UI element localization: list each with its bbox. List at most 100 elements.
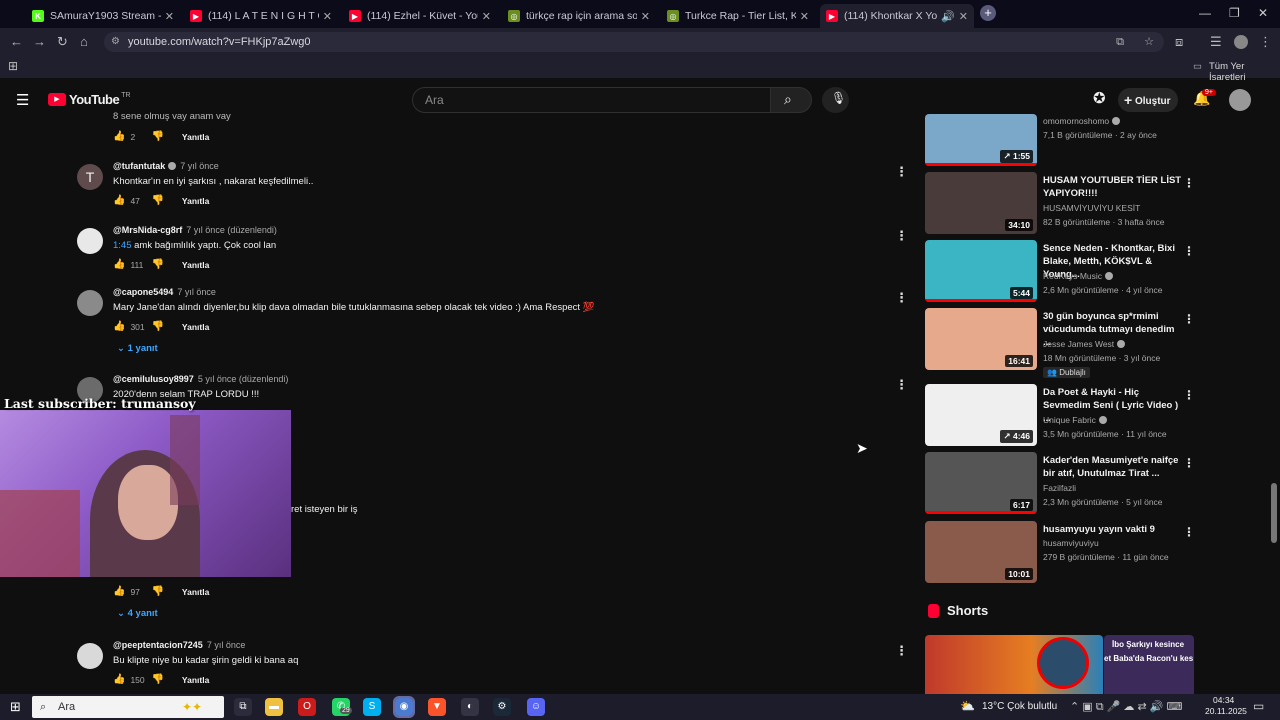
related-video-item[interactable]: 16:41 30 gün boyunca sp*rmimi vücudumda t…: [925, 308, 1195, 378]
profile-avatar[interactable]: [1234, 35, 1248, 49]
new-tab-button[interactable]: +: [980, 5, 996, 21]
avatar[interactable]: [77, 643, 103, 669]
video-title[interactable]: husamyuyu yayın vakti 9: [1043, 523, 1183, 536]
shorts-thumbnail-2[interactable]: İbo Şarkıyı kesince et Baba'da Racon'u k…: [1104, 635, 1194, 694]
channel-name[interactable]: HUSAMVİYUVİYU KESİT: [1043, 203, 1140, 213]
related-video-item[interactable]: 10:01 husamyuyu yayın vakti 9 husamviyuviy…: [925, 521, 1195, 587]
dislike-icon[interactable]: 👎: [151, 259, 163, 270]
comment-time[interactable]: 5 yıl önce (düzenlendi): [198, 374, 289, 384]
video-thumbnail[interactable]: 34:10: [925, 172, 1037, 234]
related-video-item[interactable]: 5:44 Sence Neden - Khontkar, Bixi Blake, …: [925, 240, 1195, 306]
close-tab-icon[interactable]: ✕: [800, 10, 809, 23]
view-replies-button[interactable]: ⌄ 1 yanıt: [117, 343, 158, 354]
close-tab-icon[interactable]: ✕: [482, 10, 491, 23]
like-icon[interactable]: 👍: [113, 131, 125, 142]
account-avatar[interactable]: [1229, 89, 1251, 111]
related-video-item[interactable]: ↗ 4:46 Da Poet & Hayki - Hiç Sevmedim Sen…: [925, 384, 1195, 450]
dislike-icon[interactable]: 👎: [151, 674, 163, 685]
clock-date[interactable]: 20.11.2025: [1205, 706, 1247, 716]
comment-author[interactable]: @peeptentacion7245 7 yıl önce: [113, 640, 245, 650]
file-explorer-icon[interactable]: ▬: [265, 698, 283, 716]
channel-name[interactable]: omomornoshomo: [1043, 116, 1121, 126]
reply-button[interactable]: Yanıtla: [182, 132, 209, 142]
create-button[interactable]: + Oluştur: [1118, 88, 1178, 112]
voice-search-button[interactable]: 🎙: [822, 87, 849, 113]
video-thumbnail[interactable]: ↗ 1:55: [925, 114, 1037, 166]
avatar[interactable]: [77, 290, 103, 316]
timestamp-link[interactable]: 1:45: [113, 240, 132, 251]
close-tab-icon[interactable]: ✕: [165, 10, 174, 23]
browser-tab[interactable]: ▶ (114) L A T E N I G H T C ✕: [184, 4, 338, 28]
browser-tab[interactable]: ◎ türkçe rap için arama sonuçları ✕: [502, 4, 656, 28]
video-title[interactable]: HUSAM YOUTUBER TİER LİST YAPIYOR!!!!: [1043, 174, 1183, 200]
video-menu-icon[interactable]: ⋮: [1183, 244, 1195, 258]
video-menu-icon[interactable]: ⋮: [1183, 176, 1195, 190]
comment-menu-icon[interactable]: ⋮: [895, 643, 908, 659]
comment-time[interactable]: 7 yıl önce: [177, 287, 216, 297]
like-icon[interactable]: 👍: [113, 321, 125, 332]
weather-text[interactable]: 13°C Çok bulutlu: [982, 701, 1057, 712]
video-thumbnail[interactable]: 5:44: [925, 240, 1037, 302]
related-video-item[interactable]: 6:17 Kader'den Masumiyet'e naifçe bir atı…: [925, 452, 1195, 518]
comment-menu-icon[interactable]: ⋮: [895, 290, 908, 306]
comment-author[interactable]: @cemilulusoy8997 5 yıl önce (düzenlendi): [113, 374, 288, 384]
system-tray-icons[interactable]: ⌃ ▣ ⧉ 🎤 ☁ ⇄ 🔊 ⌨: [1070, 700, 1182, 714]
minimize-icon[interactable]: —: [1199, 6, 1211, 20]
skype-icon[interactable]: S: [363, 698, 381, 716]
dislike-icon[interactable]: 👎: [151, 586, 163, 597]
taskbar-search[interactable]: ⌕ Ara ✦✦: [32, 696, 224, 718]
video-thumbnail[interactable]: 6:17: [925, 452, 1037, 514]
shorts-thumbnail-1[interactable]: [925, 635, 1103, 694]
dislike-icon[interactable]: 👎: [151, 321, 163, 332]
bookmark-star-icon[interactable]: ☆: [1144, 32, 1154, 52]
avatar[interactable]: T: [77, 164, 103, 190]
reload-icon[interactable]: ↻: [57, 34, 68, 50]
back-icon[interactable]: ←: [10, 34, 23, 49]
opera-icon[interactable]: O: [298, 698, 316, 716]
related-video-item[interactable]: 34:10 HUSAM YOUTUBER TİER LİST YAPIYOR!!!…: [925, 172, 1195, 238]
like-icon[interactable]: 👍: [113, 674, 125, 685]
related-video-item[interactable]: ↗ 1:55 omomornoshomo 7,1 B görüntüleme · 2…: [925, 114, 1195, 180]
site-info-icon[interactable]: ⚙: [111, 32, 120, 52]
comment-menu-icon[interactable]: ⋮: [895, 228, 908, 244]
browser-tab[interactable]: ▶ (114) Khontkar X Young Be🔊 ✕: [820, 4, 974, 28]
close-tab-icon[interactable]: ✕: [959, 10, 968, 23]
view-replies-button[interactable]: ⌄ 4 yanıt: [117, 608, 158, 619]
chrome-icon[interactable]: ◉: [393, 696, 415, 718]
page-scrollbar-thumb[interactable]: [1271, 483, 1277, 543]
browser-tab[interactable]: K SAmuraY1903 Stream - Kick Da ✕: [26, 4, 180, 28]
reply-button[interactable]: Yanıtla: [182, 260, 209, 270]
comment-time[interactable]: 7 yıl önce (düzenlendi): [186, 225, 277, 235]
video-thumbnail[interactable]: 16:41: [925, 308, 1037, 370]
extensions-icon[interactable]: ⧈: [1175, 34, 1183, 50]
video-menu-icon[interactable]: ⋮: [1183, 456, 1195, 470]
close-tab-icon[interactable]: ✕: [323, 10, 332, 23]
video-menu-icon[interactable]: ⋮: [1183, 525, 1195, 539]
restore-icon[interactable]: ❐: [1229, 6, 1240, 20]
close-window-icon[interactable]: ✕: [1258, 6, 1268, 20]
speaker-icon[interactable]: 🔊: [941, 10, 955, 23]
browser-tab[interactable]: ◎ Turkce Rap - Tier List, Kör Sırala ✕: [661, 4, 815, 28]
clock-time[interactable]: 04:34: [1213, 695, 1234, 705]
dislike-icon[interactable]: 👎: [151, 195, 163, 206]
reply-button[interactable]: Yanıtla: [182, 322, 209, 332]
channel-name[interactable]: Jesse James West: [1043, 339, 1126, 349]
video-thumbnail[interactable]: ↗ 4:46: [925, 384, 1037, 446]
task-view-icon[interactable]: ⧉: [234, 698, 252, 716]
windows-start-icon[interactable]: ⊞: [10, 699, 21, 715]
hamburger-menu-icon[interactable]: ☰: [16, 91, 29, 109]
dislike-icon[interactable]: 👎: [151, 131, 163, 142]
close-tab-icon[interactable]: ✕: [641, 10, 650, 23]
address-bar[interactable]: ⚙ youtube.com/watch?v=FHKjp7aZwg0 ⧉ ☆: [104, 32, 1164, 52]
forward-icon[interactable]: →: [33, 34, 46, 49]
search-button[interactable]: ⌕: [770, 87, 812, 113]
channel-name[interactable]: Fazilfazli: [1043, 483, 1076, 493]
reading-list-icon[interactable]: ☰: [1210, 34, 1222, 50]
apps-grid-icon[interactable]: ⊞: [8, 59, 18, 73]
like-icon[interactable]: 👍: [113, 195, 125, 206]
reply-button[interactable]: Yanıtla: [182, 675, 209, 685]
video-menu-icon[interactable]: ⋮: [1183, 388, 1195, 402]
video-thumbnail[interactable]: 10:01: [925, 521, 1037, 583]
channel-name[interactable]: RedKeys Music: [1043, 271, 1114, 281]
comment-time[interactable]: 7 yıl önce: [207, 640, 246, 650]
